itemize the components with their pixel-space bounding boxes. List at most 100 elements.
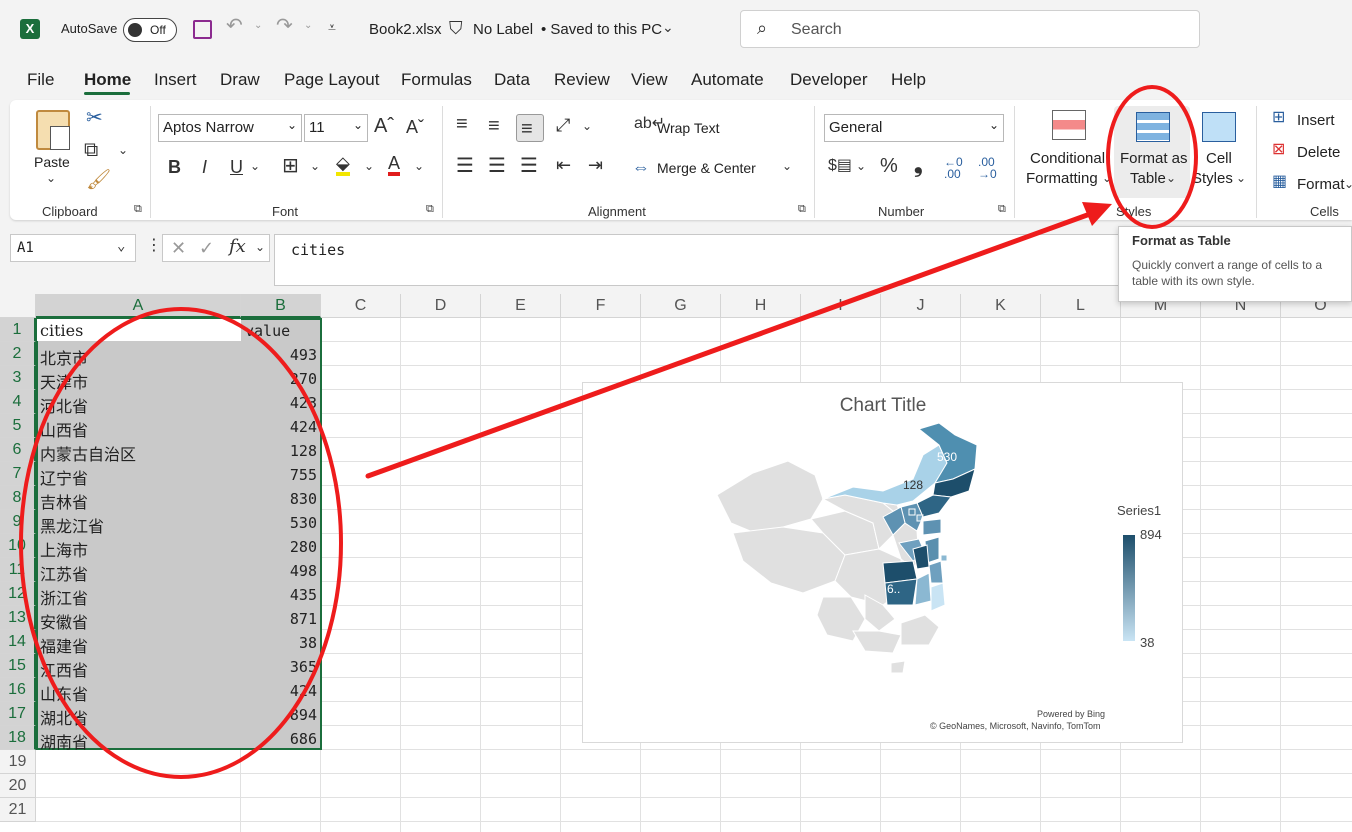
cell-b16[interactable]: 424 <box>242 679 320 702</box>
format-table-dropdown-icon[interactable]: ⌄ <box>1166 172 1176 184</box>
cell-b4[interactable]: 423 <box>242 391 320 414</box>
format-cells-dropdown-icon[interactable]: ⌄ <box>1344 178 1352 190</box>
cell-a10[interactable]: 上海市 <box>37 535 241 558</box>
cell-b15[interactable]: 365 <box>242 655 320 678</box>
chevron-down-icon[interactable]: ⌄ <box>255 241 265 253</box>
align-left-icon[interactable]: ☰ <box>456 156 474 176</box>
redo-icon[interactable]: ↷ <box>276 16 293 36</box>
row-header-13[interactable]: 13 <box>0 606 36 630</box>
cell-b10[interactable]: 280 <box>242 535 320 558</box>
column-header-e[interactable]: E <box>481 294 561 318</box>
tab-automate[interactable]: Automate <box>691 70 764 90</box>
merge-dropdown-icon[interactable]: ⌄ <box>782 160 792 172</box>
enter-icon[interactable]: ✓ <box>199 239 214 257</box>
row-header-14[interactable]: 14 <box>0 630 36 654</box>
fill-color-dropdown-icon[interactable]: ⌄ <box>364 160 374 172</box>
tab-view[interactable]: View <box>631 70 668 90</box>
cell-a17[interactable]: 湖北省 <box>37 703 241 726</box>
cell-b2[interactable]: 493 <box>242 343 320 366</box>
conditional-dropdown-icon[interactable]: ⌄ <box>1102 172 1112 184</box>
undo-dropdown-icon[interactable]: ⌄ <box>254 21 262 31</box>
merge-center-icon[interactable]: ⇔ <box>632 158 650 176</box>
cell-a15[interactable]: 江西省 <box>37 655 241 678</box>
sensitivity-label[interactable]: No Label <box>473 21 533 38</box>
save-icon[interactable] <box>193 20 212 39</box>
borders-dropdown-icon[interactable]: ⌄ <box>310 160 320 172</box>
cell-b1[interactable]: value <box>242 319 320 342</box>
delete-cells-icon[interactable]: ⊠ <box>1272 142 1285 158</box>
cell-a7[interactable]: 辽宁省 <box>37 463 241 486</box>
row-header-20[interactable]: 20 <box>0 774 36 798</box>
cell-b18[interactable]: 686 <box>242 727 320 750</box>
cell-styles-button[interactable]: Cell <box>1206 150 1232 167</box>
fill-color-icon[interactable]: ⬙ <box>336 154 350 176</box>
tab-help[interactable]: Help <box>891 70 926 90</box>
row-header-7[interactable]: 7 <box>0 462 36 486</box>
accounting-dropdown-icon[interactable]: ⌄ <box>856 160 866 172</box>
cell-b6[interactable]: 128 <box>242 439 320 462</box>
row-header-2[interactable]: 2 <box>0 342 36 366</box>
tab-data[interactable]: Data <box>494 70 530 90</box>
alignment-launcher-icon[interactable]: ⧉ <box>798 204 806 215</box>
row-header-12[interactable]: 12 <box>0 582 36 606</box>
cell-b9[interactable]: 530 <box>242 511 320 534</box>
cell-a6[interactable]: 内蒙古自治区 <box>37 439 241 462</box>
legend-title[interactable]: Series1 <box>1117 503 1161 518</box>
cancel-icon[interactable]: ✕ <box>171 239 186 257</box>
cell-b11[interactable]: 498 <box>242 559 320 582</box>
font-color-icon[interactable]: A <box>388 154 401 176</box>
tab-draw[interactable]: Draw <box>220 70 260 90</box>
tab-page-layout[interactable]: Page Layout <box>284 70 379 90</box>
cell-styles-button-line2[interactable]: Styles <box>1192 170 1233 187</box>
customize-toolbar-icon[interactable]: ⩡ <box>328 20 336 34</box>
cell-a8[interactable]: 吉林省 <box>37 487 241 510</box>
column-header-b[interactable]: B <box>241 294 321 318</box>
column-header-h[interactable]: H <box>721 294 801 318</box>
name-box[interactable]: A1 ⌄ <box>10 234 136 262</box>
orientation-icon[interactable]: ⤢ <box>556 116 570 134</box>
decrease-font-icon[interactable]: Aˇ <box>406 118 424 136</box>
cell-a4[interactable]: 河北省 <box>37 391 241 414</box>
column-header-l[interactable]: L <box>1041 294 1121 318</box>
column-header-f[interactable]: F <box>561 294 641 318</box>
row-header-19[interactable]: 19 <box>0 750 36 774</box>
row-header-15[interactable]: 15 <box>0 654 36 678</box>
map-chart[interactable]: Chart Title 530 128 6.. Series1 894 38 P… <box>582 382 1183 743</box>
font-launcher-icon[interactable]: ⧉ <box>426 204 434 215</box>
orientation-dropdown-icon[interactable]: ⌄ <box>582 120 592 132</box>
number-launcher-icon[interactable]: ⧉ <box>998 204 1006 215</box>
copy-dropdown-icon[interactable]: ⌄ <box>118 144 128 156</box>
cut-icon[interactable]: ✂ <box>86 108 103 128</box>
format-as-table-label-line2[interactable]: Table <box>1130 170 1166 187</box>
column-header-j[interactable]: J <box>881 294 961 318</box>
font-size-select[interactable]: 11 ⌄ <box>304 114 368 142</box>
insert-function-icon[interactable]: fx <box>229 238 246 256</box>
conditional-formatting-button[interactable]: Conditional <box>1030 150 1105 167</box>
row-header-21[interactable]: 21 <box>0 798 36 822</box>
increase-indent-icon[interactable]: ⇥ <box>588 156 603 174</box>
cell-a13[interactable]: 安徽省 <box>37 607 241 630</box>
row-header-18[interactable]: 18 <box>0 726 36 750</box>
redo-dropdown-icon[interactable]: ⌄ <box>304 21 312 31</box>
increase-font-icon[interactable]: Aˆ <box>374 116 394 136</box>
align-bottom-button[interactable]: ≡ <box>516 114 544 142</box>
search-box[interactable]: ⌕ Search <box>740 10 1200 48</box>
cell-a18[interactable]: 湖南省 <box>37 727 241 750</box>
tab-file[interactable]: File <box>27 70 54 90</box>
column-header-a[interactable]: A <box>36 294 241 318</box>
italic-icon[interactable]: I <box>202 158 207 176</box>
column-header-d[interactable]: D <box>401 294 481 318</box>
cell-a16[interactable]: 山东省 <box>37 679 241 702</box>
font-name-select[interactable]: Aptos Narrow ⌄ <box>158 114 302 142</box>
tab-insert[interactable]: Insert <box>154 70 197 90</box>
undo-icon[interactable]: ↶ <box>226 16 243 36</box>
comma-style-icon[interactable]: ❟ <box>914 154 923 176</box>
column-header-k[interactable]: K <box>961 294 1041 318</box>
align-middle-icon[interactable]: ≡ <box>488 116 500 136</box>
decrease-indent-icon[interactable]: ⇤ <box>556 156 571 174</box>
cell-a5[interactable]: 山西省 <box>37 415 241 438</box>
copy-icon[interactable]: ⧉ <box>84 140 98 160</box>
cell-b7[interactable]: 755 <box>242 463 320 486</box>
tab-review[interactable]: Review <box>554 70 610 90</box>
tab-developer[interactable]: Developer <box>790 70 868 90</box>
